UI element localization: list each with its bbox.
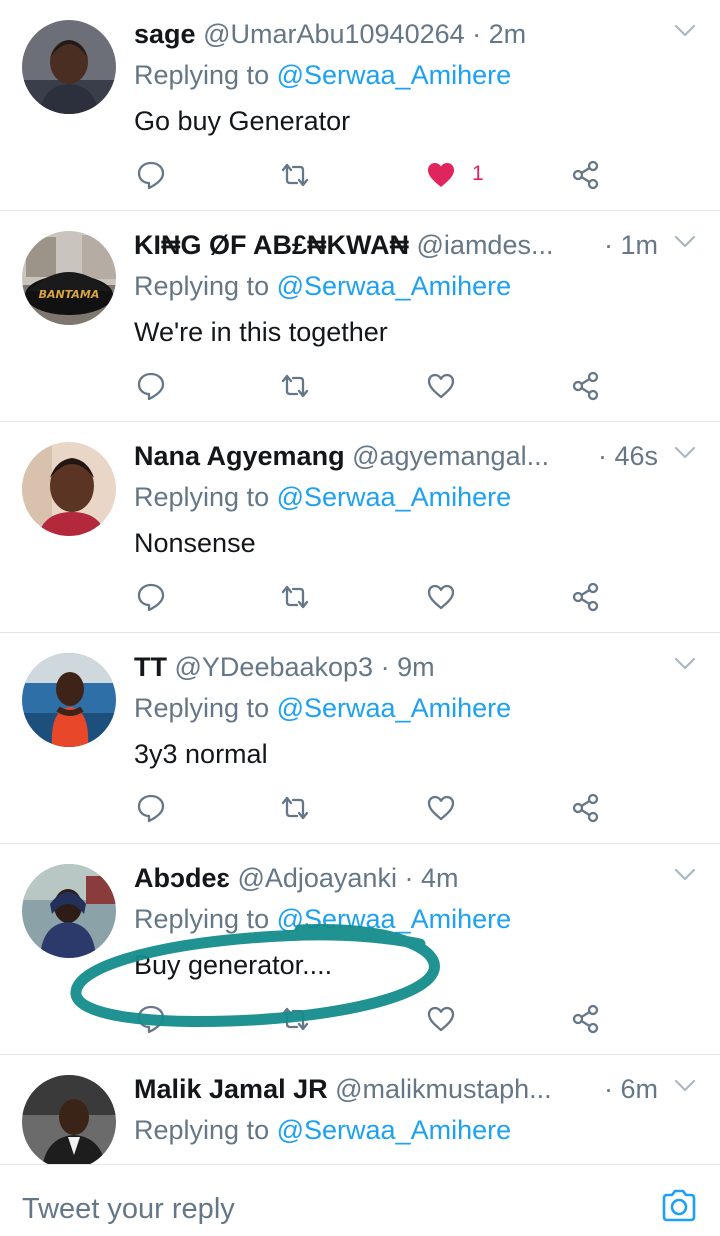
replying-to: Replying to @Serwaa_Amihere	[134, 693, 512, 723]
separator: ·	[603, 1074, 621, 1104]
reply-bubble-icon[interactable]	[136, 793, 166, 823]
avatar[interactable]	[22, 442, 116, 536]
reply-bubble-icon[interactable]	[136, 371, 166, 401]
avatar[interactable]: BANTAMA	[22, 231, 116, 325]
tweet-actions: 1	[134, 150, 614, 200]
heart-icon[interactable]	[426, 793, 456, 823]
retweet-icon[interactable]	[280, 371, 310, 401]
chevron-down-icon[interactable]	[674, 235, 696, 249]
share-icon[interactable]	[571, 1004, 601, 1034]
chevron-down-icon[interactable]	[674, 24, 696, 38]
tweet[interactable]: Malik Jamal JR @malikmustaph... · 6m Rep…	[0, 1055, 720, 1164]
like-count: 1	[472, 162, 484, 185]
tweet-header: Nana Agyemang @agyemangal... · 46s	[134, 436, 664, 476]
tweet-text: Go buy Generator	[134, 106, 351, 136]
avatar[interactable]	[22, 864, 116, 958]
retweet-icon[interactable]	[280, 160, 310, 190]
share-icon[interactable]	[571, 371, 601, 401]
display-name[interactable]: Abɔdeɛ	[134, 863, 230, 893]
tweet-header: KI₦G ØF AB£₦KWA₦ @iamdes... · 1m	[134, 225, 664, 265]
user-handle[interactable]: @agyemangal...	[352, 436, 549, 476]
heart-icon[interactable]	[426, 160, 456, 190]
mention-link[interactable]: @Serwaa_Amihere	[277, 904, 512, 934]
timestamp: 9m	[397, 652, 435, 682]
separator: ·	[603, 230, 621, 260]
mention-link[interactable]: @Serwaa_Amihere	[277, 482, 512, 512]
replying-to: Replying to @Serwaa_Amihere	[134, 60, 512, 90]
tweet-header: TT @YDeebaakop3 · 9m	[134, 647, 664, 687]
timestamp: 6m	[620, 1074, 658, 1104]
separator: ·	[396, 863, 421, 893]
reply-composer[interactable]: Tweet your reply	[0, 1164, 720, 1236]
mention-link[interactable]: @Serwaa_Amihere	[277, 271, 512, 301]
tweet-actions	[134, 994, 614, 1044]
tweet-text: Nonsense	[134, 528, 256, 558]
reply-bubble-icon[interactable]	[136, 160, 166, 190]
display-name[interactable]: sage	[134, 19, 196, 49]
replying-to: Replying to @Serwaa_Amihere	[134, 904, 512, 934]
separator: ·	[597, 441, 615, 471]
share-icon[interactable]	[571, 793, 601, 823]
tweet-actions	[134, 572, 614, 622]
heart-icon[interactable]	[426, 582, 456, 612]
mention-link[interactable]: @Serwaa_Amihere	[277, 60, 512, 90]
user-handle[interactable]: @YDeebaakop3	[175, 652, 374, 682]
tweet[interactable]: Abɔdeɛ @Adjoayanki · 4m Replying to @Ser…	[0, 844, 720, 1055]
timestamp: 46s	[614, 441, 658, 471]
tweet-header: Malik Jamal JR @malikmustaph... · 6m	[134, 1069, 664, 1109]
tweet-text: We're in this together	[134, 317, 388, 347]
heart-icon[interactable]	[426, 371, 456, 401]
display-name[interactable]: Nana Agyemang	[134, 441, 345, 471]
separator: ·	[464, 19, 489, 49]
replying-to: Replying to @Serwaa_Amihere	[134, 271, 512, 301]
display-name[interactable]: Malik Jamal JR	[134, 1074, 328, 1104]
chevron-down-icon[interactable]	[674, 868, 696, 882]
reply-bubble-icon[interactable]	[136, 582, 166, 612]
avatar[interactable]	[22, 653, 116, 747]
separator: ·	[373, 652, 398, 682]
share-icon[interactable]	[571, 160, 601, 190]
tweet[interactable]: BANTAMA KI₦G ØF AB£₦KWA₦ @iamdes... · 1m…	[0, 211, 720, 422]
tweet[interactable]: Nana Agyemang @agyemangal... · 46s Reply…	[0, 422, 720, 633]
retweet-icon[interactable]	[280, 1004, 310, 1034]
user-handle[interactable]: @UmarAbu10940264	[203, 19, 465, 49]
mention-link[interactable]: @Serwaa_Amihere	[277, 693, 512, 723]
share-icon[interactable]	[571, 582, 601, 612]
heart-icon[interactable]	[426, 1004, 456, 1034]
chevron-down-icon[interactable]	[674, 657, 696, 671]
tweet-header: Abɔdeɛ @Adjoayanki · 4m	[134, 858, 664, 898]
user-handle[interactable]: @malikmustaph...	[335, 1069, 551, 1109]
mention-link[interactable]: @Serwaa_Amihere	[277, 1115, 512, 1145]
camera-icon[interactable]	[660, 1187, 698, 1225]
display-name[interactable]: TT	[134, 652, 167, 682]
reply-input[interactable]: Tweet your reply	[22, 1193, 235, 1226]
timestamp: 1m	[620, 230, 658, 260]
tweet[interactable]: TT @YDeebaakop3 · 9m Replying to @Serwaa…	[0, 633, 720, 844]
retweet-icon[interactable]	[280, 582, 310, 612]
replies-feed: sage @UmarAbu10940264 · 2m Replying to @…	[0, 0, 720, 1164]
replying-to: Replying to @Serwaa_Amihere	[134, 1115, 512, 1145]
tweet[interactable]: sage @UmarAbu10940264 · 2m Replying to @…	[0, 0, 720, 211]
svg-text:BANTAMA: BANTAMA	[39, 288, 100, 301]
tweet-actions	[134, 361, 614, 411]
tweet-header: sage @UmarAbu10940264 · 2m	[134, 14, 664, 54]
user-handle[interactable]: @Adjoayanki	[237, 863, 397, 893]
tweet-text: Buy generator....	[134, 950, 333, 980]
retweet-icon[interactable]	[280, 793, 310, 823]
user-handle[interactable]: @iamdes...	[417, 225, 554, 265]
avatar[interactable]	[22, 1075, 116, 1164]
avatar[interactable]	[22, 20, 116, 114]
display-name[interactable]: KI₦G ØF AB£₦KWA₦	[134, 230, 409, 260]
replying-to: Replying to @Serwaa_Amihere	[134, 482, 512, 512]
chevron-down-icon[interactable]	[674, 1079, 696, 1093]
timestamp: 2m	[488, 19, 527, 49]
timestamp: 4m	[420, 863, 459, 893]
chevron-down-icon[interactable]	[674, 446, 696, 460]
tweet-text: 3y3 normal	[134, 739, 268, 769]
reply-bubble-icon[interactable]	[136, 1004, 166, 1034]
tweet-actions	[134, 783, 614, 833]
